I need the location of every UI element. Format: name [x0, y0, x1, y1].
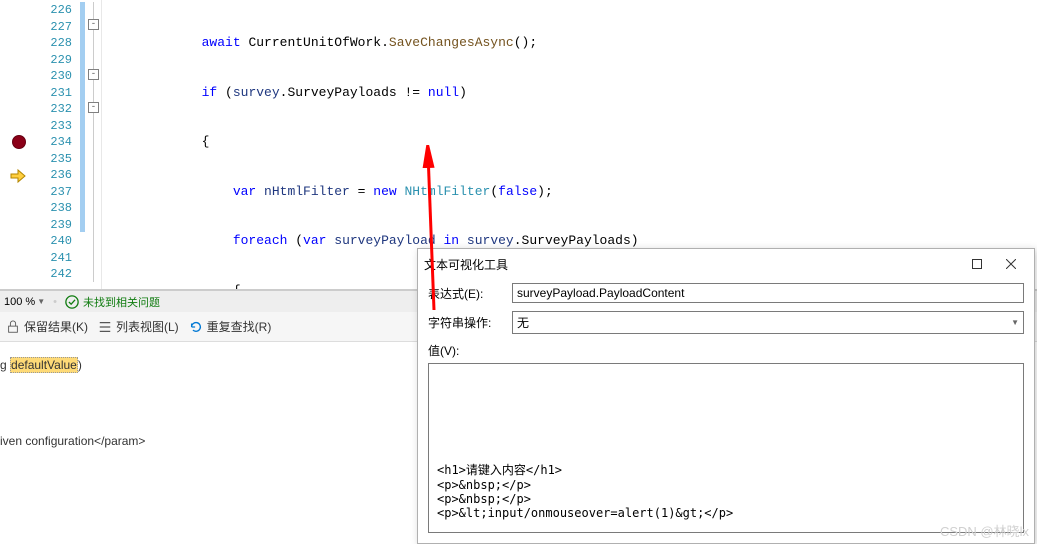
close-icon — [1006, 259, 1016, 269]
glyph-margin[interactable] — [0, 0, 35, 289]
code-editor[interactable]: 2262272282292302312322332342352362372382… — [0, 0, 1037, 290]
repeat-find-button[interactable]: 重复查找(R) — [189, 318, 272, 335]
lock-icon — [6, 320, 20, 334]
window-title: 文本可视化工具 — [424, 256, 960, 273]
string-op-select[interactable]: 无▼ — [512, 311, 1024, 334]
maximize-button[interactable] — [960, 251, 994, 277]
zoom-control[interactable]: 100 % ▼ — [4, 296, 45, 308]
line-number-gutter: 2262272282292302312322332342352362372382… — [35, 0, 80, 289]
code-line: { — [102, 134, 1037, 151]
error-status[interactable]: 未找到相关问题 — [65, 294, 160, 310]
collapse-icon[interactable]: - — [88, 102, 99, 113]
code-line: var nHtmlFilter = new NHtmlFilter(false)… — [102, 184, 1037, 201]
close-button[interactable] — [994, 251, 1028, 277]
expression-input[interactable] — [512, 283, 1024, 303]
chevron-down-icon: ▼ — [1011, 318, 1019, 327]
value-textarea[interactable]: <h1>请键入内容</h1> <p>&nbsp;</p> <p>&nbsp;</… — [428, 363, 1024, 533]
watermark: CSDN @林晓lx — [940, 521, 1029, 540]
text-visualizer-window[interactable]: 文本可视化工具 表达式(E): 字符串操作: 无▼ 值(V): <h1>请键入内… — [417, 248, 1035, 544]
chevron-down-icon[interactable]: ▼ — [37, 297, 45, 306]
string-op-label: 字符串操作: — [428, 314, 504, 331]
keep-results-button[interactable]: 保留结果(K) — [6, 318, 88, 335]
collapse-icon[interactable]: - — [88, 69, 99, 80]
current-statement-icon — [10, 168, 26, 184]
list-icon — [98, 320, 112, 334]
refresh-icon — [189, 320, 203, 334]
outlining-margin[interactable]: - - - — [88, 0, 102, 289]
expression-label: 表达式(E): — [428, 285, 504, 302]
window-titlebar[interactable]: 文本可视化工具 — [418, 249, 1034, 279]
code-line: await CurrentUnitOfWork.SaveChangesAsync… — [102, 35, 1037, 52]
code-line: if (survey.SurveyPayloads != null) — [102, 85, 1037, 102]
collapse-icon[interactable]: - — [88, 19, 99, 30]
breakpoint-icon[interactable] — [12, 135, 26, 149]
match-highlight: defaultValue — [10, 357, 78, 373]
change-indicator — [80, 0, 88, 289]
code-text-area[interactable]: await CurrentUnitOfWork.SaveChangesAsync… — [102, 0, 1037, 289]
list-view-button[interactable]: 列表视图(L) — [98, 318, 179, 335]
check-circle-icon — [65, 295, 79, 309]
value-label: 值(V): — [418, 338, 1034, 361]
maximize-icon — [972, 259, 982, 269]
